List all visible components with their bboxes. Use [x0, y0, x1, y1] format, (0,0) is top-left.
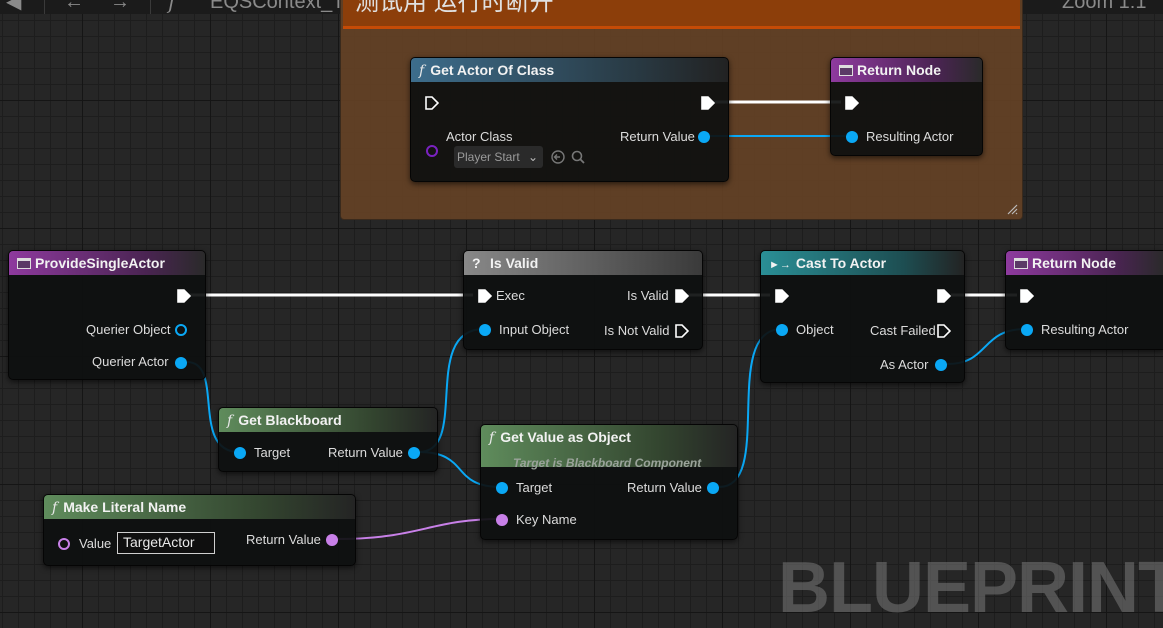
target-label: Target [254, 445, 291, 460]
node-header[interactable]: f Make Literal Name [44, 495, 355, 519]
value-pin[interactable] [58, 538, 70, 550]
node-header[interactable]: ? Is Valid [464, 251, 702, 275]
name-wire [336, 518, 502, 540]
question-mark-icon: ? [472, 255, 481, 271]
input-object-pin[interactable] [479, 324, 491, 336]
return-value-label: Return Value [328, 445, 403, 460]
querier-object-label: Querier Object [86, 322, 171, 337]
node-is-valid[interactable]: ? Is Valid Exec Is Valid Input Object Is … [463, 250, 703, 350]
function-icon: f [489, 430, 495, 446]
querier-object-pin[interactable] [175, 324, 187, 336]
return-value-label: Return Value [627, 480, 702, 495]
target-pin[interactable] [496, 482, 508, 494]
key-name-pin[interactable] [496, 514, 508, 526]
resulting-actor-pin[interactable] [846, 131, 858, 143]
exec-input-pin-icon[interactable] [775, 289, 789, 303]
node-title: Get Actor Of Class [430, 62, 555, 78]
node-header[interactable]: ProvideSingleActor [9, 251, 205, 275]
actor-class-pin[interactable] [426, 145, 438, 157]
node-title: Cast To Actor [795, 255, 887, 271]
exec-output-pin-icon[interactable] [937, 324, 951, 338]
node-header[interactable]: Return Node [831, 58, 982, 82]
node-subtitle: Target is Blackboard Component [513, 456, 702, 470]
browse-asset-search-icon[interactable] [570, 149, 586, 165]
actor-class-value: Player Start [457, 150, 520, 164]
exec-input-pin-icon[interactable] [478, 289, 492, 303]
input-object-label: Input Object [499, 322, 570, 337]
node-cast-to-actor[interactable]: ►→ Cast To Actor Object Cast Failed As Ac… [760, 250, 965, 383]
object-label: Object [796, 322, 834, 337]
node-header[interactable]: ►→ Cast To Actor [761, 251, 964, 275]
node-provide-single-actor[interactable]: ProvideSingleActor Querier Object Querie… [8, 250, 206, 380]
node-title: Get Blackboard [238, 412, 342, 428]
function-icon: f [419, 63, 425, 79]
is-valid-label: Is Valid [627, 288, 669, 303]
cast-failed-label: Cast Failed [870, 323, 936, 338]
blueprint-watermark: BLUEPRINT [778, 548, 1163, 628]
node-header[interactable]: f Get Blackboard [219, 408, 437, 432]
resulting-actor-label: Resulting Actor [1041, 322, 1129, 337]
exec-input-pin-icon[interactable] [1020, 289, 1034, 303]
node-get-actor-of-class[interactable]: f Get Actor Of Class Actor Class Player S… [410, 57, 729, 182]
return-value-label: Return Value [246, 532, 321, 547]
function-icon: f [227, 413, 233, 429]
exec-output-pin-icon[interactable] [675, 289, 689, 303]
querier-actor-label: Querier Actor [92, 354, 169, 369]
exec-output-pin-icon[interactable] [937, 289, 951, 303]
is-not-valid-label: Is Not Valid [604, 323, 670, 338]
resulting-actor-label: Resulting Actor [866, 129, 954, 144]
exec-label: Exec [496, 288, 525, 303]
return-value-pin[interactable] [326, 534, 338, 546]
object-pin[interactable] [776, 324, 788, 336]
function-icon: f [52, 500, 58, 516]
exec-input-pin-icon[interactable] [845, 96, 859, 110]
use-selected-asset-icon[interactable] [550, 149, 566, 165]
exec-output-pin-icon[interactable] [675, 324, 689, 338]
target-pin[interactable] [234, 447, 246, 459]
target-label: Target [516, 480, 553, 495]
node-get-blackboard[interactable]: f Get Blackboard Target Return Value [218, 407, 438, 472]
function-entry-icon [17, 258, 31, 269]
node-title: Make Literal Name [63, 499, 187, 515]
node-title: Is Valid [490, 255, 539, 271]
value-input[interactable]: TargetActor [117, 532, 215, 554]
key-name-label: Key Name [516, 512, 577, 527]
cast-icon: ►→ [769, 259, 791, 271]
chevron-down-icon: ⌄ [527, 150, 538, 164]
querier-actor-pin[interactable] [175, 357, 187, 369]
exec-output-pin-icon[interactable] [177, 289, 191, 303]
actor-class-label: Actor Class [446, 129, 513, 144]
return-value-label: Return Value [620, 129, 695, 144]
node-get-value-as-object[interactable]: f Get Value as Object Target is Blackboar… [480, 424, 738, 540]
node-title: Return Node [1032, 255, 1116, 271]
resulting-actor-pin[interactable] [1021, 324, 1033, 336]
node-header[interactable]: Return Node [1006, 251, 1163, 275]
as-actor-pin[interactable] [935, 359, 947, 371]
node-make-literal-name[interactable]: f Make Literal Name Value TargetActor Ret… [43, 494, 356, 566]
return-value-pin[interactable] [698, 131, 710, 143]
exec-output-pin-icon[interactable] [701, 96, 715, 110]
node-title: ProvideSingleActor [35, 255, 165, 271]
return-value-pin[interactable] [707, 482, 719, 494]
return-value-pin[interactable] [408, 447, 420, 459]
node-header[interactable]: f Get Actor Of Class [411, 58, 728, 82]
return-node-icon [839, 65, 853, 76]
as-actor-label: As Actor [880, 357, 929, 372]
return-node-icon [1014, 258, 1028, 269]
node-title: Return Node [857, 62, 941, 78]
actor-class-dropdown[interactable]: Player Start ⌄ [454, 146, 543, 168]
exec-input-pin-icon[interactable] [425, 96, 439, 110]
node-return-node-bottom[interactable]: Return Node Resulting Actor [1005, 250, 1163, 350]
node-header[interactable]: f Get Value as Object Target is Blackboar… [481, 425, 737, 470]
node-title: Get Value as Object [500, 429, 631, 445]
value-label: Value [79, 536, 112, 551]
node-return-node-top[interactable]: Return Node Resulting Actor [830, 57, 983, 156]
